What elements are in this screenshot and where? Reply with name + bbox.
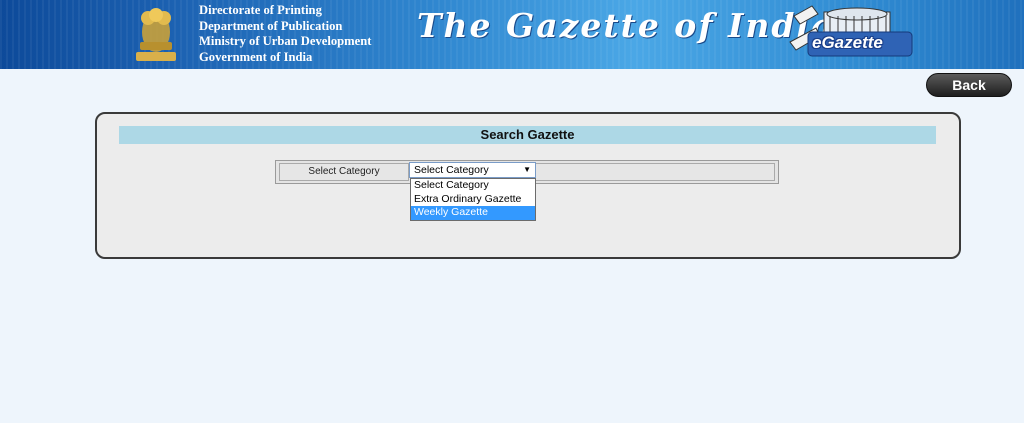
- category-select[interactable]: Select Category ▼: [409, 162, 536, 178]
- back-button[interactable]: Back: [926, 73, 1012, 97]
- site-title: The Gazette of India: [417, 6, 835, 45]
- dept-line-2: Department of Publication: [199, 18, 343, 33]
- dropdown-option-weekly[interactable]: Weekly Gazette: [411, 206, 535, 220]
- dropdown-option-select-category[interactable]: Select Category: [411, 179, 535, 193]
- category-label: Select Category: [279, 163, 409, 181]
- category-select-value: Select Category: [414, 164, 489, 176]
- panel-title: Search Gazette: [119, 126, 936, 144]
- national-emblem-icon: [136, 8, 176, 61]
- chevron-down-icon: ▼: [523, 165, 531, 174]
- dept-line-4: Government of India: [199, 49, 313, 64]
- category-dropdown-list: Select Category Extra Ordinary Gazette W…: [410, 178, 536, 221]
- department-block: Directorate of Printing Department of Pu…: [199, 3, 371, 65]
- header-banner: Directorate of Printing Department of Pu…: [0, 0, 1024, 69]
- dept-line-1: Directorate of Printing: [199, 3, 322, 17]
- dropdown-option-extra-ordinary[interactable]: Extra Ordinary Gazette: [411, 193, 535, 207]
- dept-line-3: Ministry of Urban Development: [199, 34, 372, 48]
- egazette-logo-text: eGazette: [812, 33, 883, 52]
- parliament-logo-icon: [789, 5, 913, 57]
